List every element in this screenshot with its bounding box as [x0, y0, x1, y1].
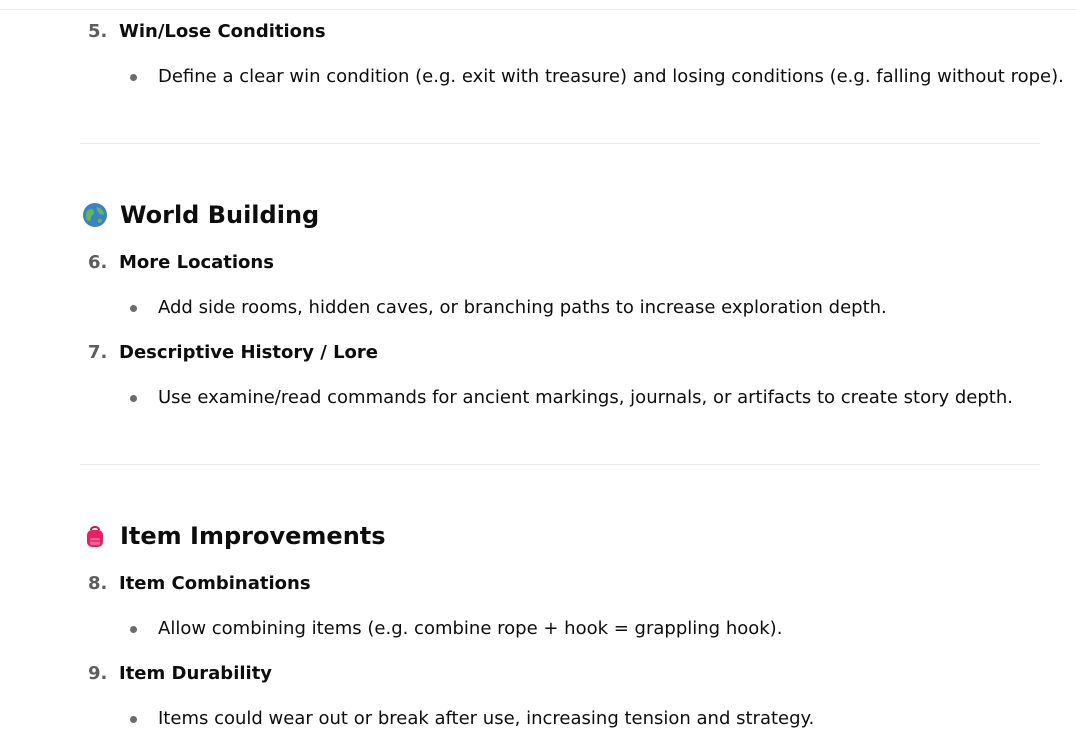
section-heading-item-improvements: Item Improvements — [82, 521, 386, 551]
list-number: 8. — [88, 573, 108, 594]
section-heading-world-building: World Building — [82, 200, 319, 230]
section-title: Item Improvements — [120, 522, 386, 550]
globe-icon — [82, 202, 108, 228]
top-divider — [0, 9, 1076, 10]
list-item-title: Item Combinations — [119, 573, 311, 594]
bullet-text: Add side rooms, hidden caves, or branchi… — [158, 297, 887, 318]
bullet-text: Allow combining items (e.g. combine rope… — [158, 618, 783, 639]
list-number: 6. — [88, 252, 108, 273]
bullet-dot — [130, 716, 137, 723]
backpack-icon — [82, 523, 108, 549]
list-number: 9. — [88, 663, 108, 684]
section-divider — [80, 464, 1040, 465]
bullet-dot — [130, 74, 137, 81]
list-item-title: More Locations — [119, 252, 274, 273]
bullet-dot — [130, 626, 137, 633]
list-item-title: Descriptive History / Lore — [119, 342, 379, 363]
bullet-dot — [130, 395, 137, 402]
bullet-dot — [130, 305, 137, 312]
section-title: World Building — [120, 201, 320, 229]
bullet-text: Use examine/read commands for ancient ma… — [158, 387, 1013, 408]
section-divider — [80, 143, 1040, 144]
list-number: 5. — [88, 21, 108, 42]
list-number: 7. — [88, 342, 108, 363]
list-item-title: Item Durability — [119, 663, 273, 684]
list-item-title: Win/Lose Conditions — [119, 21, 326, 42]
bullet-text: Items could wear out or break after use,… — [158, 708, 815, 729]
bullet-text: Define a clear win condition (e.g. exit … — [158, 66, 1064, 87]
